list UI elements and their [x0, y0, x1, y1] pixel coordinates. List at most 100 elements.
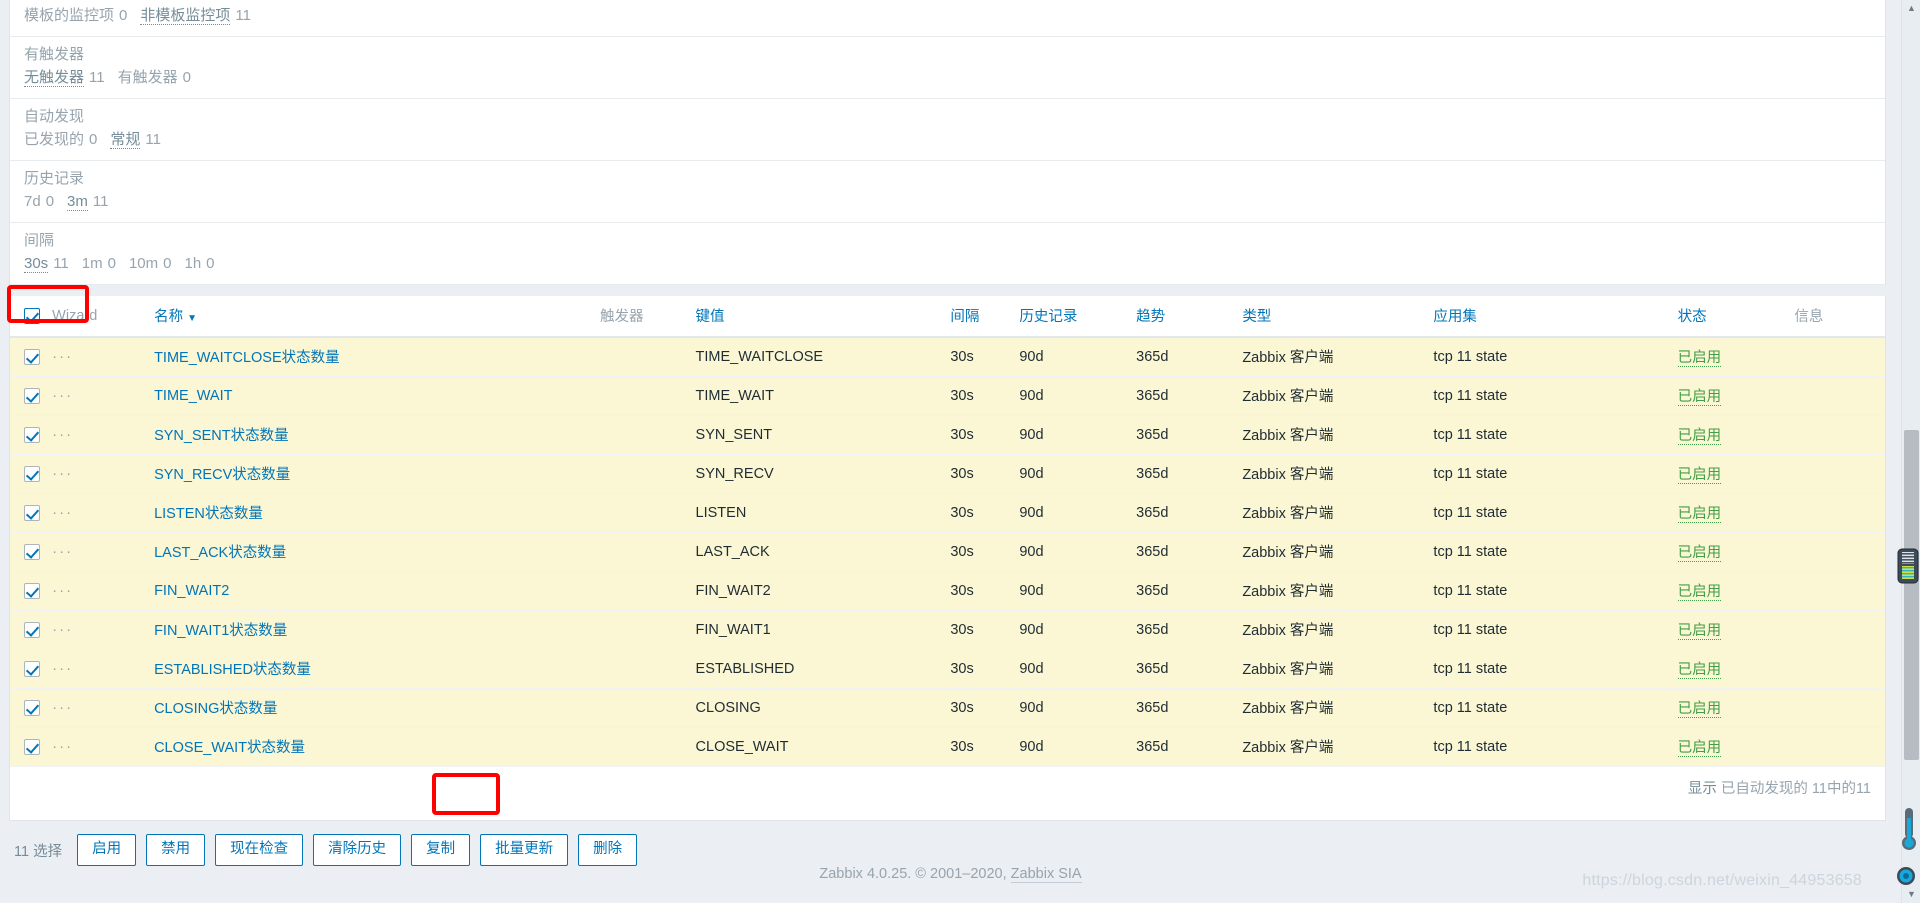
column-header-status[interactable]: 状态 — [1672, 296, 1790, 338]
row-select-cell[interactable] — [10, 649, 48, 689]
status-badge[interactable]: 已启用 — [1677, 545, 1722, 562]
row-menu-icon[interactable]: ··· — [52, 582, 73, 599]
row-wizard-cell[interactable]: ··· — [47, 415, 150, 455]
subfilter-link-discovery-1[interactable]: 常规 — [110, 131, 141, 149]
row-name-cell[interactable]: ESTABLISHED状态数量 — [149, 649, 595, 689]
row-name-cell[interactable]: SYN_SENT状态数量 — [149, 415, 595, 455]
disable-button[interactable]: 禁用 — [146, 834, 206, 867]
row-name-cell-link[interactable]: CLOSE_WAIT状态数量 — [154, 740, 305, 756]
row-status-cell[interactable]: 已启用 — [1672, 688, 1790, 728]
row-name-cell-link[interactable]: TIME_WAIT — [154, 388, 232, 404]
row-status-cell[interactable]: 已启用 — [1672, 376, 1790, 416]
row-menu-icon[interactable]: ··· — [52, 504, 73, 521]
row-select-cell[interactable] — [10, 610, 48, 650]
column-header-interval[interactable]: 间隔 — [945, 296, 1015, 338]
subfilter-link-interval-2[interactable]: 10m — [129, 255, 158, 272]
row-status-cell[interactable]: 已启用 — [1672, 493, 1790, 533]
status-badge[interactable]: 已启用 — [1677, 701, 1722, 718]
row-name-cell[interactable]: LISTEN状态数量 — [149, 493, 595, 533]
row-menu-icon[interactable]: ··· — [52, 738, 73, 755]
table-row[interactable]: ··· TIME_WAIT TIME_WAIT 30s 90d 365d Zabbix 客户… — [10, 376, 1885, 416]
check-now-button[interactable]: 现在检查 — [215, 834, 304, 867]
table-row[interactable]: ··· ESTABLISHED状态数量 ESTABLISHED 30s 90d 365d Z… — [10, 649, 1885, 689]
row-checkbox[interactable] — [24, 465, 40, 482]
row-select-cell[interactable] — [10, 688, 48, 728]
row-menu-icon[interactable]: ··· — [52, 348, 73, 365]
row-checkbox[interactable] — [24, 582, 40, 599]
row-name-cell-link[interactable]: FIN_WAIT1状态数量 — [154, 623, 287, 639]
table-row[interactable]: ··· CLOSE_WAIT状态数量 CLOSE_WAIT 30s 90d 365d Zab… — [10, 727, 1885, 767]
row-wizard-cell[interactable]: ··· — [47, 337, 150, 377]
row-name-cell[interactable]: LAST_ACK状态数量 — [149, 532, 595, 572]
enable-button[interactable]: 启用 — [77, 834, 137, 867]
row-name-cell-link[interactable]: CLOSING状态数量 — [154, 701, 277, 717]
row-name-cell-link[interactable]: ESTABLISHED状态数量 — [154, 662, 311, 678]
row-name-cell[interactable]: SYN_RECV状态数量 — [149, 454, 595, 494]
row-wizard-cell[interactable]: ··· — [47, 493, 150, 533]
row-menu-icon[interactable]: ··· — [52, 387, 73, 404]
row-name-cell[interactable]: TIME_WAIT — [149, 376, 595, 416]
row-status-cell[interactable]: 已启用 — [1672, 571, 1790, 611]
column-header-key[interactable]: 键值 — [690, 296, 946, 338]
row-select-cell[interactable] — [10, 532, 48, 572]
status-badge[interactable]: 已启用 — [1677, 467, 1722, 484]
subfilter-link-discovery-0[interactable]: 已发现的 — [24, 131, 84, 148]
select-all-checkbox[interactable] — [24, 307, 40, 324]
table-row[interactable]: ··· LAST_ACK状态数量 LAST_ACK 30s 90d 365d Zabbix … — [10, 532, 1885, 572]
row-select-cell[interactable] — [10, 415, 48, 455]
row-name-cell-link[interactable]: SYN_SENT状态数量 — [154, 428, 289, 444]
status-badge[interactable]: 已启用 — [1677, 740, 1722, 757]
select-all-header[interactable] — [10, 296, 48, 338]
row-select-cell[interactable] — [10, 571, 48, 611]
row-menu-icon[interactable]: ··· — [52, 699, 73, 716]
column-header-name[interactable]: 名称 ▼ — [149, 296, 595, 338]
row-name-cell[interactable]: CLOSE_WAIT状态数量 — [149, 727, 595, 767]
table-row[interactable]: ··· LISTEN状态数量 LISTEN 30s 90d 365d Zabbix 客户端 t… — [10, 493, 1885, 533]
table-row[interactable]: ··· SYN_RECV状态数量 SYN_RECV 30s 90d 365d Zabbix … — [10, 454, 1885, 494]
row-status-cell[interactable]: 已启用 — [1672, 649, 1790, 689]
row-name-cell[interactable]: CLOSING状态数量 — [149, 688, 595, 728]
status-badge[interactable]: 已启用 — [1677, 584, 1722, 601]
clear-history-button[interactable]: 清除历史 — [313, 834, 402, 867]
status-badge[interactable]: 已启用 — [1677, 623, 1722, 640]
row-select-cell[interactable] — [10, 493, 48, 533]
row-checkbox[interactable] — [24, 387, 40, 404]
row-wizard-cell[interactable]: ··· — [47, 454, 150, 494]
subfilter-link-template-items-1[interactable]: 非模板监控项 — [140, 7, 231, 25]
row-status-cell[interactable]: 已启用 — [1672, 415, 1790, 455]
delete-button[interactable]: 删除 — [578, 834, 638, 867]
row-checkbox[interactable] — [24, 348, 40, 365]
row-name-cell-link[interactable]: TIME_WAITCLOSE状态数量 — [154, 350, 340, 366]
table-row[interactable]: ··· FIN_WAIT2 FIN_WAIT2 30s 90d 365d Zabbix 客户… — [10, 571, 1885, 611]
copy-button[interactable]: 复制 — [411, 834, 471, 867]
row-name-cell[interactable]: FIN_WAIT1状态数量 — [149, 610, 595, 650]
subfilter-link-template-items-0[interactable]: 模板的监控项 — [24, 7, 114, 24]
subfilter-link-triggers-1[interactable]: 有触发器 — [118, 69, 178, 86]
row-checkbox[interactable] — [24, 660, 40, 677]
subfilter-link-interval-3[interactable]: 1h — [184, 255, 201, 272]
row-status-cell[interactable]: 已启用 — [1672, 337, 1790, 377]
row-checkbox[interactable] — [24, 699, 40, 716]
table-row[interactable]: ··· CLOSING状态数量 CLOSING 30s 90d 365d Zabbix 客户… — [10, 688, 1885, 728]
row-wizard-cell[interactable]: ··· — [47, 727, 150, 767]
row-name-cell[interactable]: TIME_WAITCLOSE状态数量 — [149, 337, 595, 377]
row-checkbox[interactable] — [24, 543, 40, 560]
scrollbar-down-arrow[interactable]: ▼ — [1902, 886, 1920, 903]
row-select-cell[interactable] — [10, 337, 48, 377]
row-name-cell-link[interactable]: LISTEN状态数量 — [154, 506, 263, 522]
scrollbar-up-arrow[interactable]: ▲ — [1902, 0, 1920, 17]
row-status-cell[interactable]: 已启用 — [1672, 454, 1790, 494]
row-name-cell-link[interactable]: FIN_WAIT2 — [154, 583, 229, 599]
row-menu-icon[interactable]: ··· — [52, 426, 73, 443]
row-wizard-cell[interactable]: ··· — [47, 376, 150, 416]
footer-zabbix-sia-link[interactable]: Zabbix SIA — [1010, 866, 1082, 883]
column-header-trends[interactable]: 趋势 — [1131, 296, 1238, 338]
status-badge[interactable]: 已启用 — [1677, 506, 1722, 523]
subfilter-link-history-1[interactable]: 3m — [67, 193, 88, 211]
table-row[interactable]: ··· FIN_WAIT1状态数量 FIN_WAIT1 30s 90d 365d Zabbi… — [10, 610, 1885, 650]
row-wizard-cell[interactable]: ··· — [47, 649, 150, 689]
page-scrollbar[interactable]: ▲ ▼ — [1901, 0, 1920, 903]
row-name-cell-link[interactable]: LAST_ACK状态数量 — [154, 545, 286, 561]
row-menu-icon[interactable]: ··· — [52, 660, 73, 677]
row-wizard-cell[interactable]: ··· — [47, 688, 150, 728]
